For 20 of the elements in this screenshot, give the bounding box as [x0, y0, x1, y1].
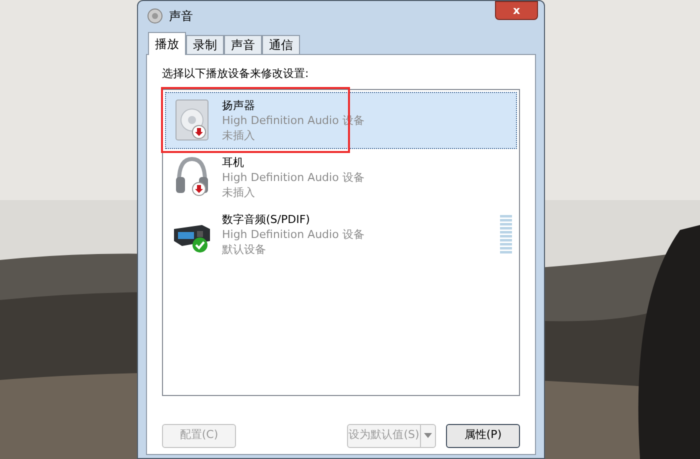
properties-button[interactable]: 属性(P): [446, 424, 520, 448]
device-driver: High Definition Audio 设备: [222, 226, 364, 242]
device-status: 未插入: [222, 128, 256, 142]
instruction-text: 选择以下播放设备来修改设置:: [162, 66, 310, 82]
device-status: 默认设备: [222, 242, 267, 256]
device-item[interactable]: 耳机 High Definition Audio 设备 未插入: [165, 148, 517, 206]
close-button[interactable]: x: [495, 1, 538, 20]
device-name: 耳机: [222, 154, 245, 170]
device-name: 扬声器: [222, 98, 256, 112]
caret-icon: [424, 433, 432, 438]
device-driver: High Definition Audio 设备: [222, 170, 364, 184]
speaker-icon: [147, 8, 163, 24]
tab[interactable]: 声音: [224, 35, 262, 54]
tab[interactable]: 录制: [186, 35, 224, 54]
tab[interactable]: 播放: [148, 32, 186, 55]
window-title: 声音: [169, 8, 193, 25]
device-status: 未插入: [222, 184, 256, 200]
device-item[interactable]: 数字音频(S/PDIF) High Definition Audio 设备 默认设备: [165, 206, 517, 262]
device-name: 数字音频(S/PDIF): [222, 212, 311, 226]
tab[interactable]: 通信: [262, 35, 300, 54]
